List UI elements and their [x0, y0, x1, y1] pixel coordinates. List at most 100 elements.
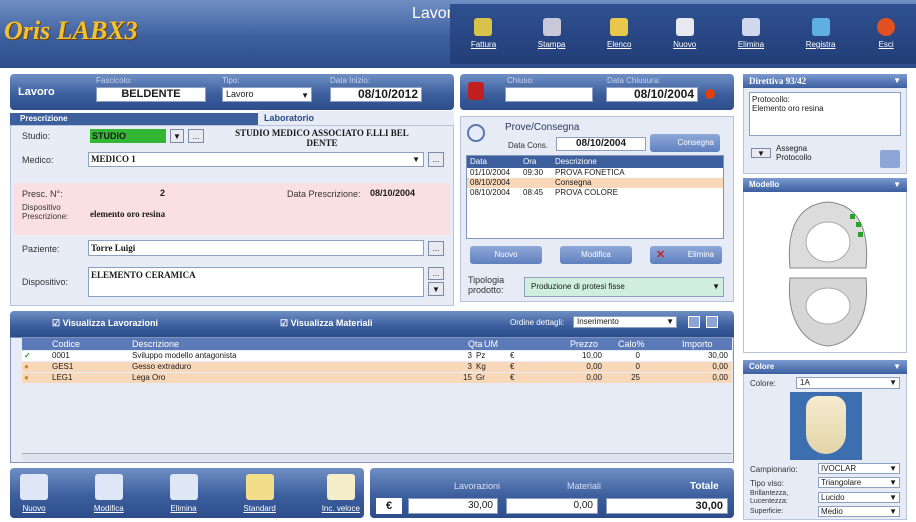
- collapse-icon[interactable]: ▼: [893, 178, 901, 192]
- dispositivo-label: Dispositivo:: [22, 277, 69, 287]
- tipologia-select[interactable]: Produzione di protesi fisse ▼: [524, 277, 724, 297]
- studio-lookup-button[interactable]: ...: [188, 129, 204, 143]
- sort-down-icon[interactable]: [706, 316, 718, 328]
- chevron-down-icon: ▼: [889, 478, 897, 487]
- assegna-dropdown-button[interactable]: ▼: [751, 148, 771, 158]
- bottom-buttons: Nuovo Modifica Elimina Standard Inc. vel…: [20, 474, 360, 514]
- exit-icon: [877, 18, 896, 36]
- list-button[interactable]: Elenco: [607, 18, 631, 64]
- chevron-down-icon: ▼: [432, 284, 440, 294]
- settings-icon[interactable]: [880, 150, 900, 168]
- lavorazioni-total: 30,00: [408, 498, 498, 514]
- superficie-select[interactable]: Medio ▼: [818, 506, 900, 517]
- data-inizio-label: Data Inizio:: [330, 76, 371, 85]
- lav-modifica-button[interactable]: Modifica: [94, 474, 124, 514]
- studio-name: STUDIO MEDICO ASSOCIATO F.LLI BEL DENTE: [235, 128, 409, 148]
- lav-standard-button[interactable]: Standard: [243, 474, 276, 514]
- prove-elimina-button[interactable]: ✕ Elimina: [650, 246, 722, 264]
- brillantezza-label: Brillantezza, Lucentezza:: [750, 490, 789, 505]
- medico-lookup-button[interactable]: ...: [428, 152, 444, 167]
- new-icon: [675, 18, 694, 36]
- delete-icon: ✕: [656, 249, 666, 261]
- disp-presc-label: Dispositivo Prescrizione:: [22, 203, 69, 221]
- chevron-down-icon: ▼: [889, 493, 897, 502]
- medico-field[interactable]: MEDICO 1 ▼: [88, 152, 424, 167]
- new-button[interactable]: Nuovo: [673, 18, 696, 64]
- data-cons-field[interactable]: 08/10/2004: [556, 137, 646, 151]
- lav-inc-veloce-button[interactable]: Inc. veloce: [322, 474, 360, 514]
- vis-lav-checkbox[interactable]: ☑ Visualizza Lavorazioni: [52, 318, 158, 329]
- currency-euro: €: [376, 498, 402, 514]
- lavoro-title: Lavoro: [18, 86, 55, 98]
- materiali-total-label: Materiali: [567, 481, 602, 491]
- chevron-down-icon: ▼: [412, 155, 420, 164]
- totale-value: 30,00: [606, 498, 728, 514]
- new-icon: [20, 474, 48, 500]
- studio-label: Studio:: [22, 131, 51, 141]
- studio-dropdown-button[interactable]: ▼: [170, 129, 184, 143]
- prove-table: Data Ora Descrizione 01/10/2004 09:30 PROVA …: [466, 155, 724, 239]
- data-inizio-field[interactable]: 08/10/2012: [330, 87, 422, 102]
- data-chiusura-field[interactable]: 08/10/2004: [606, 87, 698, 102]
- table-row[interactable]: 08/10/2004 08:45 PROVA COLORE: [467, 188, 723, 198]
- colore-select[interactable]: 1A ▼: [796, 377, 900, 389]
- brillantezza-select[interactable]: Lucido ▼: [818, 492, 900, 503]
- table-row[interactable]: ● LEG1 Lega Oro 15 Gr €0,00 25 0,00: [22, 373, 732, 383]
- dispositivo-field[interactable]: ELEMENTO CERAMICA: [88, 267, 424, 297]
- tab-laboratorio[interactable]: Laboratorio: [258, 111, 454, 125]
- paziente-label: Paziente:: [22, 244, 60, 254]
- fascicolo-label: Fascicolo:: [96, 76, 133, 85]
- assegna-protocollo[interactable]: Assegna Protocollo: [776, 144, 836, 162]
- invoice-icon: [474, 18, 493, 36]
- consegna-button[interactable]: Consegna: [650, 134, 720, 152]
- campionario-select[interactable]: IVOCLAR ▼: [818, 463, 900, 474]
- vis-mat-checkbox[interactable]: ☑ Visualizza Materiali: [280, 318, 372, 329]
- paziente-field[interactable]: Torre Luigi: [88, 240, 424, 256]
- print-button[interactable]: Stampa: [538, 18, 565, 64]
- invoice-button[interactable]: Fattura: [471, 18, 496, 64]
- save-icon: [811, 18, 830, 36]
- table-row[interactable]: ● GES1 Gesso extraduro 3 Kg €0,00 0 0,00: [22, 362, 732, 372]
- lav-table-header: Codice Descrizione Qta UM Prezzo Calo% Importo: [22, 338, 732, 350]
- data-presc-label: Data Prescrizione:: [287, 189, 361, 199]
- disp-presc-value: elemento oro resina: [90, 209, 166, 219]
- studio-field[interactable]: STUDIO: [90, 129, 166, 143]
- prove-modifica-button[interactable]: Modifica: [560, 246, 632, 264]
- fascicolo-field[interactable]: BELDENTE: [96, 87, 206, 102]
- chiuso-field[interactable]: [505, 87, 593, 102]
- lav-nuovo-button[interactable]: Nuovo: [20, 474, 48, 514]
- dispositivo-dropdown-button[interactable]: ▼: [428, 282, 444, 296]
- tipo-select[interactable]: Lavoro ▼: [222, 87, 312, 102]
- dispositivo-lookup-button[interactable]: ...: [428, 267, 444, 280]
- ordine-select[interactable]: Inserimento ▼: [573, 316, 677, 328]
- sort-up-icon[interactable]: [688, 316, 700, 328]
- quick-insert-icon: [326, 474, 355, 500]
- edit-icon: [94, 474, 123, 500]
- save-button[interactable]: Registra: [806, 18, 835, 64]
- delete-button[interactable]: Elimina: [738, 18, 764, 64]
- tab-prescrizione[interactable]: Prescrizione: [10, 113, 258, 125]
- superficie-label: Superficie:: [750, 508, 784, 515]
- medico-label: Medico:: [22, 155, 54, 165]
- protocollo-box[interactable]: Protocollo: Elemento oro resina: [749, 92, 901, 136]
- table-row[interactable]: 08/10/2004 Consegna: [467, 178, 723, 188]
- collapse-icon[interactable]: ▼: [893, 74, 901, 88]
- data-presc-value: 08/10/2004: [370, 188, 416, 198]
- app-logo: Oris LABX3: [4, 16, 138, 45]
- collapse-icon[interactable]: ▼: [893, 360, 901, 374]
- table-row[interactable]: 01/10/2004 09:30 PROVA FONETICA: [467, 168, 723, 178]
- chevron-down-icon: ▼: [889, 378, 897, 387]
- tipo-viso-select[interactable]: Triangolare ▼: [818, 477, 900, 488]
- chevron-down-icon: ▼: [889, 507, 897, 516]
- chevron-down-icon: ▼: [301, 91, 309, 100]
- prove-nuovo-button[interactable]: Nuovo: [470, 246, 542, 264]
- dental-chart-image[interactable]: [780, 196, 876, 350]
- campionario-label: Campionario:: [750, 465, 798, 474]
- horizontal-scrollbar[interactable]: [22, 453, 732, 461]
- lavorazioni-total-label: Lavorazioni: [454, 481, 501, 491]
- table-row[interactable]: ✓ 0001 Sviluppo modello antagonista 3 Pz €10,…: [22, 351, 732, 361]
- data-chiusura-label: Data Chiusura:: [607, 76, 661, 85]
- paziente-lookup-button[interactable]: ...: [428, 241, 444, 256]
- exit-button[interactable]: Esci: [877, 18, 896, 64]
- lav-elimina-button[interactable]: Elimina: [169, 474, 198, 514]
